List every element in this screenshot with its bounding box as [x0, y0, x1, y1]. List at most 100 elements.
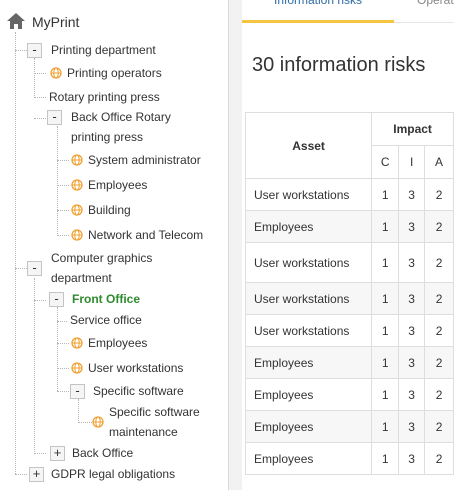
tree-guide-line [78, 422, 92, 423]
globe-icon [71, 204, 83, 216]
cell-asset: Employees [244, 378, 373, 411]
tree-guide-line [34, 97, 46, 98]
globe-icon [71, 337, 83, 349]
column-header-i[interactable]: I [398, 145, 426, 179]
tree-guide-line [34, 118, 46, 119]
table-row[interactable]: User workstations 1 3 2 [244, 282, 454, 315]
cell-a: 2 [424, 442, 454, 475]
expand-toggle[interactable]: + [29, 467, 44, 482]
cell-i: 3 [398, 210, 426, 243]
tree-node-printing-department[interactable]: Printing department [51, 40, 156, 60]
cell-a: 2 [424, 282, 454, 315]
cell-c: 1 [371, 282, 400, 315]
tree-node-front-office[interactable]: Front Office [72, 289, 140, 309]
cell-i: 3 [398, 442, 426, 475]
home-icon[interactable] [6, 12, 26, 30]
table-row[interactable]: Employees 1 3 2 [244, 378, 454, 411]
expand-toggle[interactable]: + [50, 446, 65, 461]
table-row[interactable]: User workstations 1 3 2 [244, 314, 454, 347]
tree-node-user-workstations[interactable]: User workstations [88, 358, 183, 378]
tree-node-employees-front[interactable]: Employees [88, 333, 147, 353]
cell-asset: User workstations [244, 282, 373, 315]
cell-c: 1 [371, 314, 400, 347]
table-row[interactable]: User workstations 1 3 2 [244, 242, 454, 283]
tree-guide-line [57, 210, 69, 211]
collapse-toggle[interactable]: - [49, 292, 64, 307]
globe-icon [71, 362, 83, 374]
cell-i: 3 [398, 178, 426, 211]
cell-asset: User workstations [244, 242, 373, 283]
tree-node-employees[interactable]: Employees [88, 175, 147, 195]
cell-a: 2 [424, 210, 454, 243]
tree-guide-line [57, 321, 67, 322]
tab-bar: Information risks Operational risks [242, 0, 454, 23]
tree-guide-line [15, 32, 16, 474]
cell-a: 2 [424, 410, 454, 443]
cell-a: 2 [424, 178, 454, 211]
cell-asset: Employees [244, 210, 373, 243]
asset-tree: MyPrint - Printing department Printing o… [0, 0, 229, 490]
globe-icon [50, 67, 62, 79]
tree-guide-line [57, 307, 58, 391]
tree-guide-line [34, 300, 46, 301]
globe-icon [71, 179, 83, 191]
tree-node-building[interactable]: Building [88, 200, 131, 220]
tree-node-back-office-rotary[interactable]: Back Office Rotary printing press [71, 107, 201, 147]
globe-icon [71, 229, 83, 241]
column-header-c[interactable]: C [371, 145, 400, 179]
tree-node-computer-graphics[interactable]: Computer graphics department [51, 248, 171, 288]
cell-i: 3 [398, 242, 426, 283]
tab-operational-risks[interactable]: Operational risks [417, 0, 454, 14]
tree-guide-line [34, 73, 46, 74]
cell-asset: Employees [244, 442, 373, 475]
tree-node-service-office[interactable]: Service office [70, 310, 142, 330]
collapse-toggle[interactable]: - [47, 110, 62, 125]
cell-i: 3 [398, 314, 426, 347]
cell-c: 1 [371, 378, 400, 411]
tree-guide-line [57, 160, 69, 161]
tree-node-specific-software[interactable]: Specific software [93, 381, 184, 401]
cell-i: 3 [398, 378, 426, 411]
globe-icon [92, 416, 104, 428]
cell-c: 1 [371, 178, 400, 211]
collapse-toggle[interactable]: - [27, 43, 42, 58]
cell-i: 3 [398, 282, 426, 315]
tree-node-network-telecom[interactable]: Network and Telecom [88, 225, 203, 245]
table-row[interactable]: Employees 1 3 2 [244, 346, 454, 379]
cell-c: 1 [371, 410, 400, 443]
tree-guide-line [57, 391, 69, 392]
globe-icon [71, 154, 83, 166]
cell-asset: User workstations [244, 314, 373, 347]
tree-guide-line [15, 50, 27, 51]
tree-guide-line [57, 343, 69, 344]
table-row[interactable]: Employees 1 3 2 [244, 410, 454, 443]
collapse-toggle[interactable]: - [27, 261, 42, 276]
tree-guide-line [15, 268, 27, 269]
panel-splitter[interactable] [229, 0, 242, 490]
table-row[interactable]: Employees 1 3 2 [244, 210, 454, 243]
cell-a: 2 [424, 378, 454, 411]
column-header-a[interactable]: A [424, 145, 454, 179]
tab-information-risks[interactable]: Information risks [242, 0, 394, 23]
tree-node-gdpr[interactable]: GDPR legal obligations [51, 464, 175, 484]
tree-node-system-administrator[interactable]: System administrator [88, 150, 201, 170]
tree-node-printing-operators[interactable]: Printing operators [67, 63, 162, 83]
tree-node-rotary-printing-press[interactable]: Rotary printing press [49, 87, 160, 107]
collapse-toggle[interactable]: - [70, 384, 85, 399]
cell-i: 3 [398, 346, 426, 379]
tree-node-specific-software-maintenance[interactable]: Specific software maintenance [109, 402, 214, 442]
tree-guide-line [34, 453, 46, 454]
column-header-impact: Impact [371, 112, 454, 146]
tree-root-label[interactable]: MyPrint [32, 12, 79, 32]
tree-guide-line [57, 126, 58, 236]
table-row[interactable]: Employees 1 3 2 [244, 442, 454, 475]
cell-asset: User workstations [244, 178, 373, 211]
risk-table: Asset Impact C I A User workstations 1 3 2 E… [244, 112, 454, 475]
cell-a: 2 [424, 242, 454, 283]
column-header-asset[interactable]: Asset [244, 112, 373, 179]
tree-node-back-office[interactable]: Back Office [72, 443, 133, 463]
table-row[interactable]: User workstations 1 3 2 [244, 178, 454, 211]
tree-guide-line [78, 399, 79, 423]
cell-i: 3 [398, 410, 426, 443]
risk-count-heading: 30 information risks [252, 54, 426, 76]
